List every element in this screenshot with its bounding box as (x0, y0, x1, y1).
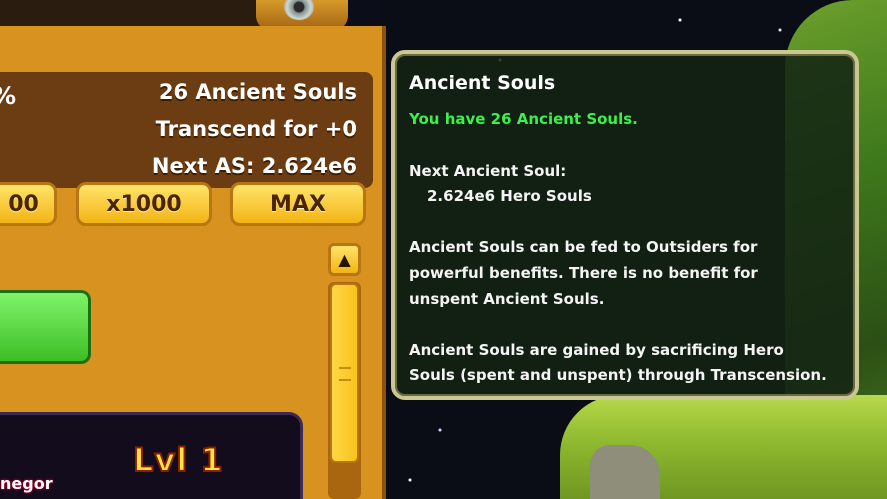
eye-icon (284, 0, 314, 20)
tooltip-next-value: 2.624e6 Hero Souls (427, 187, 592, 205)
grip-icon (339, 367, 351, 381)
buy-max-button[interactable]: MAX (230, 182, 366, 226)
top-bar (0, 0, 262, 26)
scrollbar-thumb[interactable] (330, 283, 359, 463)
tooltip-have-line: You have 26 Ancient Souls. (409, 110, 638, 128)
ancient-souls-count: 26 Ancient Souls (158, 80, 357, 104)
tooltip-desc-line: Souls (spent and unspent) through Transc… (409, 366, 827, 384)
tooltip-next-label: Next Ancient Soul: (409, 162, 567, 180)
scroll-up-button[interactable]: ▲ (328, 243, 361, 276)
tooltip-desc-line: unspent Ancient Souls. (409, 290, 605, 308)
transcend-value: Transcend for +0 (155, 117, 357, 141)
stats-box: % 26 Ancient Souls Transcend for +0 Next… (0, 72, 373, 188)
tooltip-title: Ancient Souls (409, 72, 556, 94)
tooltip-desc-line: Ancient Souls are gained by sacrificing … (409, 341, 784, 359)
percent-fragment: % (0, 82, 16, 110)
buy-multiplier-button[interactable]: 00 (0, 182, 57, 226)
hero-name: negor (0, 474, 53, 493)
green-action-button[interactable] (0, 290, 91, 364)
tooltip-desc-line: Ancient Souls can be fed to Outsiders fo… (409, 238, 758, 256)
next-as-value[interactable]: Next AS: 2.624e6 (152, 154, 357, 178)
ancient-souls-tooltip: Ancient Souls You have 26 Ancient Souls.… (391, 50, 859, 400)
hero-level: Lvl 1 (132, 440, 224, 480)
buy-x1000-button[interactable]: x1000 (76, 182, 212, 226)
tooltip-desc-line: powerful benefits. There is no benefit f… (409, 264, 758, 282)
rock-scenery (590, 445, 660, 499)
